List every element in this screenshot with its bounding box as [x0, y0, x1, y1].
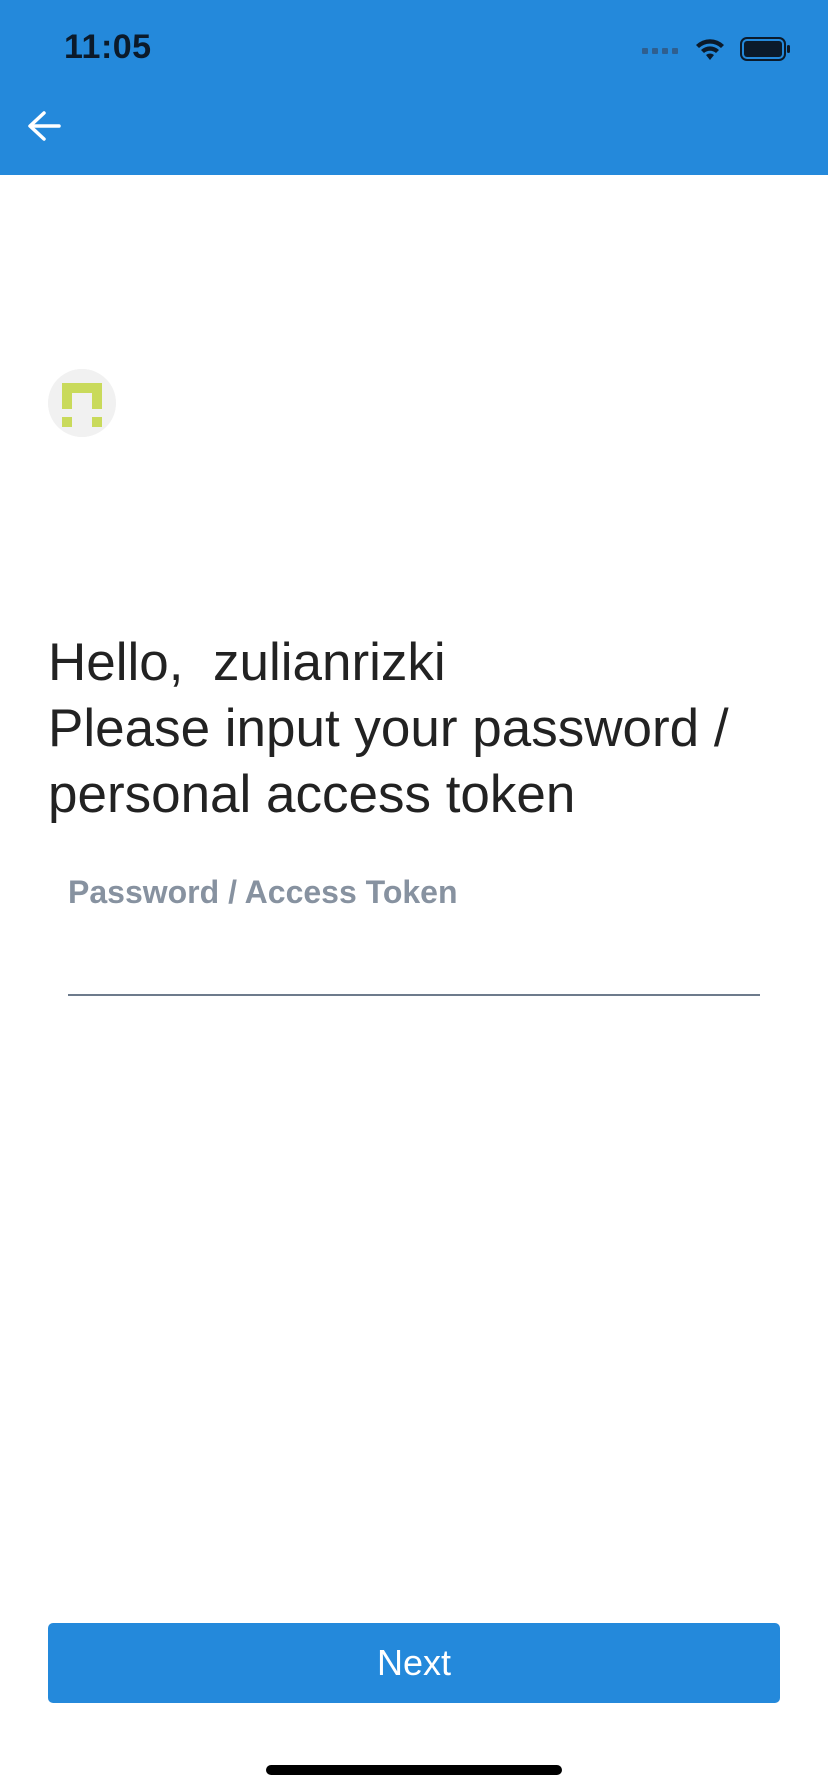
password-field: Password / Access Token [68, 872, 760, 998]
login-password-screen: 11:05 Hello, zulianrizki Please input yo… [0, 0, 828, 1792]
user-avatar [48, 369, 116, 437]
next-button[interactable]: Next [48, 1623, 780, 1703]
greeting-username: zulianrizki [212, 633, 446, 692]
greeting-hello: Hello, [48, 633, 184, 692]
greeting-line-3: personal access token [48, 765, 576, 824]
battery-icon [740, 36, 792, 67]
status-icons [642, 36, 792, 67]
greeting-line-1: Hello, zulianrizki [48, 630, 788, 696]
cellular-signal-icon [642, 43, 680, 61]
status-time: 11:05 [64, 28, 152, 66]
password-field-underline [68, 994, 760, 996]
user-avatar-icon [48, 369, 116, 437]
back-button[interactable] [22, 106, 66, 150]
wifi-icon [694, 36, 726, 67]
app-header: 11:05 [0, 0, 828, 175]
greeting-line-2: Please input your password / [48, 699, 729, 758]
password-field-label: Password / Access Token [68, 874, 458, 910]
greeting-text: Hello, zulianrizki Please input your pas… [48, 630, 788, 828]
password-input[interactable] [68, 916, 760, 966]
home-indicator [266, 1765, 562, 1775]
arrow-left-icon [26, 110, 62, 147]
